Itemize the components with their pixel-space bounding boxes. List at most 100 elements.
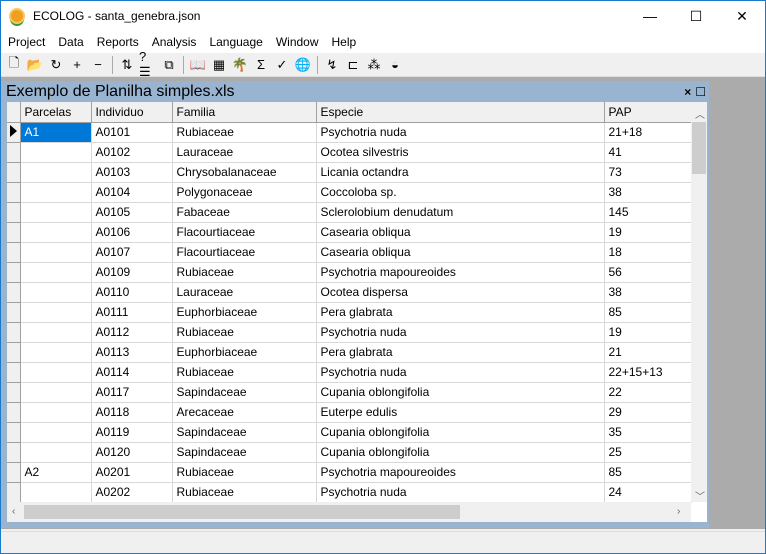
cell-especie[interactable]: Licania octandra [316,162,605,183]
cell-individuo[interactable]: A0102 [91,142,173,163]
column-header-individuo[interactable]: Individuo [91,102,173,123]
cell-familia[interactable]: Flacourtiaceae [172,242,317,263]
cell-especie[interactable]: Casearia obliqua [316,222,605,243]
sort-az-icon[interactable]: ⇅ [118,56,136,74]
menu-analysis[interactable]: Analysis [145,35,203,49]
cell-pap[interactable]: 73 [604,162,692,183]
cell-especie[interactable]: Casearia obliqua [316,242,605,263]
table-add-icon[interactable]: ▦ [210,56,228,74]
cell-pap[interactable]: 24 [604,482,692,503]
trees-icon[interactable]: 🌴 [231,56,249,74]
open-folder-icon[interactable]: 📂 [26,56,44,74]
row-indicator[interactable] [7,442,21,463]
cell-familia[interactable]: Fabaceae [172,202,317,223]
maximize-button[interactable]: ☐ [673,1,719,31]
globe-icon[interactable]: 🌐 [294,56,312,74]
book-icon[interactable]: 📖 [189,56,207,74]
cell-familia[interactable]: Lauraceae [172,142,317,163]
cell-individuo[interactable]: A0111 [91,302,173,323]
cell-pap[interactable]: 145 [604,202,692,223]
table-row[interactable]: A0111 Euphorbiaceae Pera glabrata 85 [7,302,692,323]
table-row[interactable]: A0119 Sapindaceae Cupania oblongifolia 35 [7,422,692,443]
minimize-button[interactable]: — [627,1,673,31]
table-row[interactable]: A0120 Sapindaceae Cupania oblongifolia 25 [7,442,692,463]
cell-familia[interactable]: Sapindaceae [172,382,317,403]
cell-especie[interactable]: Cupania oblongifolia [316,442,605,463]
row-indicator[interactable] [7,142,21,163]
cell-especie[interactable]: Pera glabrata [316,302,605,323]
landscape-icon[interactable]: ◒ [386,56,404,74]
cell-parcelas[interactable] [20,202,92,223]
table-row[interactable]: A0107 Flacourtiaceae Casearia obliqua 18 [7,242,692,263]
dendrogram-icon[interactable]: ⊏ [344,56,362,74]
cell-especie[interactable]: Psychotria mapoureoides [316,462,605,483]
cell-individuo[interactable]: A0103 [91,162,173,183]
cell-pap[interactable]: 18 [604,242,692,263]
row-indicator[interactable] [7,282,21,303]
cell-parcelas[interactable] [20,422,92,443]
vertical-scrollbar[interactable]: ︿ ﹀ [691,102,707,503]
cell-individuo[interactable]: A0118 [91,402,173,423]
cell-familia[interactable]: Rubiaceae [172,122,317,143]
cell-especie[interactable]: Coccoloba sp. [316,182,605,203]
close-button[interactable]: ✕ [719,1,765,31]
cell-pap[interactable]: 38 [604,282,692,303]
table-row[interactable]: A0109 Rubiaceae Psychotria mapoureoides 56 [7,262,692,283]
cell-individuo[interactable]: A0106 [91,222,173,243]
cell-familia[interactable]: Flacourtiaceae [172,222,317,243]
table-row[interactable]: A0117 Sapindaceae Cupania oblongifolia 22 [7,382,692,403]
row-indicator[interactable] [7,162,21,183]
add-icon[interactable]: + [68,56,86,74]
row-indicator[interactable] [7,362,21,383]
cell-familia[interactable]: Euphorbiaceae [172,342,317,363]
cell-pap[interactable]: 85 [604,302,692,323]
row-indicator[interactable] [7,182,21,203]
copy-edit-icon[interactable]: ⧉ [160,56,178,74]
cell-parcelas[interactable] [20,442,92,463]
row-indicator[interactable] [7,342,21,363]
table-row[interactable]: A0104 Polygonaceae Coccoloba sp. 38 [7,182,692,203]
numbered-list-icon[interactable]: ?☰ [139,49,157,79]
scroll-left-icon[interactable]: ‹ [12,506,15,517]
table-row[interactable]: A0202 Rubiaceae Psychotria nuda 24 [7,482,692,503]
row-indicator[interactable] [7,222,21,243]
child-maximize-button[interactable]: ☐ [695,82,706,102]
cell-especie[interactable]: Psychotria nuda [316,322,605,343]
scroll-right-icon[interactable]: › [677,506,680,517]
menu-project[interactable]: Project [1,35,51,49]
cell-individuo[interactable]: A0101 [91,122,173,143]
cell-especie[interactable]: Psychotria nuda [316,122,605,143]
cell-pap[interactable]: 41 [604,142,692,163]
tree-chart-icon[interactable]: ↯ [323,56,341,74]
refresh-icon[interactable]: ↻ [47,56,65,74]
vertical-scroll-thumb[interactable] [692,122,706,174]
cell-individuo[interactable]: A0109 [91,262,173,283]
cell-familia[interactable]: Arecaceae [172,402,317,423]
cell-individuo[interactable]: A0110 [91,282,173,303]
cell-familia[interactable]: Rubiaceae [172,462,317,483]
row-indicator[interactable] [7,482,21,503]
cell-pap[interactable]: 22+15+13 [604,362,692,383]
cell-pap[interactable]: 21 [604,342,692,363]
row-indicator[interactable] [7,302,21,323]
scroll-down-icon[interactable]: ﹀ [695,488,705,503]
cell-especie[interactable]: Psychotria nuda [316,362,605,383]
horizontal-scroll-thumb[interactable] [24,505,460,519]
cell-individuo[interactable]: A0120 [91,442,173,463]
cell-pap[interactable]: 56 [604,262,692,283]
cell-especie[interactable]: Ocotea silvestris [316,142,605,163]
column-header-pap[interactable]: PAP [604,102,692,123]
cell-especie[interactable]: Psychotria nuda [316,482,605,503]
row-indicator[interactable] [7,322,21,343]
cell-pap[interactable]: 19 [604,222,692,243]
cell-parcelas[interactable] [20,402,92,423]
cell-parcelas[interactable] [20,482,92,503]
cell-parcelas[interactable] [20,242,92,263]
table-row[interactable]: A0118 Arecaceae Euterpe edulis 29 [7,402,692,423]
row-indicator[interactable] [7,262,21,283]
table-row[interactable]: A1 A0101 Rubiaceae Psychotria nuda 21+18 [7,122,692,143]
cell-pap[interactable]: 22 [604,382,692,403]
cell-parcelas[interactable] [20,302,92,323]
cell-individuo[interactable]: A0119 [91,422,173,443]
cell-parcelas[interactable]: A2 [20,462,92,483]
